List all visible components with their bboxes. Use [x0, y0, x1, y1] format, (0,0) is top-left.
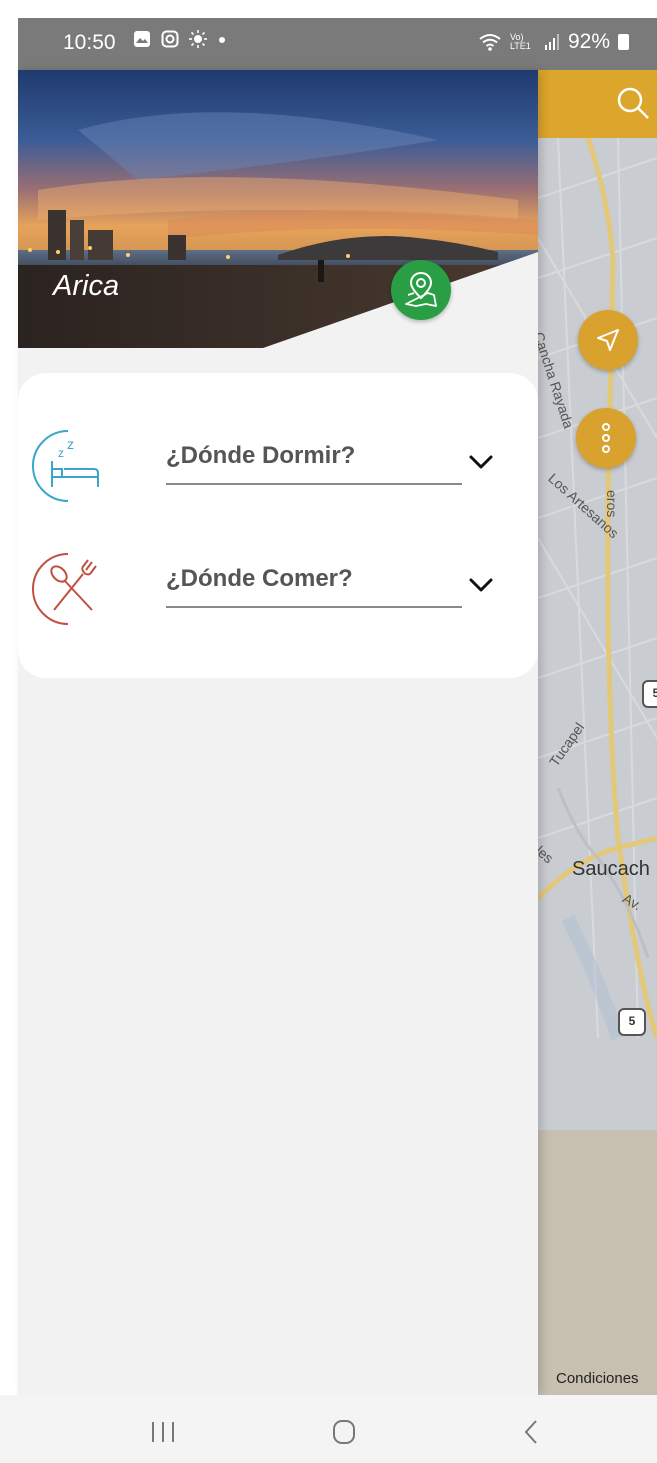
map-label: eros: [604, 490, 620, 518]
menu-item-label: ¿Dónde Dormir?: [166, 442, 356, 469]
battery-icon: [618, 34, 629, 50]
map-view[interactable]: Cancha Rayada Los Artesanos eros Tucapel…: [538, 70, 657, 1395]
menu-item-underline: [166, 606, 462, 608]
map-roads: [538, 138, 657, 1041]
drawer-header: Arica: [18, 70, 538, 348]
menu-item-donde-dormir[interactable]: z z ¿Dónde Dormir?: [18, 425, 538, 515]
brightness-icon: [189, 30, 207, 48]
status-notification-icons: [133, 30, 227, 48]
instagram-icon: [161, 30, 179, 48]
map-pin-icon: [405, 271, 437, 307]
svg-text:z: z: [67, 436, 74, 452]
status-system-icons: Vo) LTE1 92%: [478, 30, 629, 54]
more-vertical-icon: [602, 423, 610, 453]
network-type: Vo) LTE1: [509, 32, 531, 51]
chevron-down-icon[interactable]: [466, 447, 496, 477]
map-conditions-link[interactable]: Condiciones: [556, 1370, 639, 1387]
navigation-arrow-icon: [597, 329, 619, 351]
city-name: Arica: [53, 270, 120, 302]
search-icon[interactable]: [616, 86, 650, 120]
menu-item-underline: [166, 483, 462, 485]
status-time: 10:50: [63, 31, 116, 54]
menu-item-donde-comer[interactable]: ¿Dónde Comer?: [18, 548, 538, 638]
battery-percent: 92%: [567, 30, 610, 53]
signal-icon: [544, 34, 559, 50]
header-wedge: [263, 252, 538, 348]
recent-apps-icon[interactable]: [143, 1417, 183, 1447]
spoon-fork-icon: [32, 553, 97, 625]
svg-text:z: z: [58, 446, 64, 460]
gallery-icon: [134, 31, 150, 47]
screen: 10:50 Vo) LTE1 92% Cancha Rayada Los Art…: [0, 0, 657, 1463]
more-options-button[interactable]: [576, 408, 636, 468]
menu-card: z z ¿Dónde Dormir? ¿Dónde Comer?: [18, 373, 538, 678]
route-shield: 5: [618, 1008, 646, 1036]
system-nav-bar: [0, 1395, 657, 1463]
menu-item-label: ¿Dónde Comer?: [166, 565, 353, 592]
route-shield: 5: [642, 680, 657, 708]
map-top-bar: [538, 70, 657, 138]
bed-sleep-icon: z z: [32, 430, 99, 502]
home-icon[interactable]: [324, 1417, 364, 1447]
back-icon[interactable]: [512, 1417, 552, 1447]
dot-icon: [219, 37, 225, 43]
status-bar: 10:50 Vo) LTE1 92%: [18, 18, 657, 70]
navigation-drawer: Arica z z ¿Dónde Dormir? ¿Dónde Comer?: [18, 70, 538, 1395]
chevron-down-icon[interactable]: [466, 570, 496, 600]
wifi-icon: [479, 34, 501, 51]
map-sand-area: [538, 1130, 657, 1395]
location-button[interactable]: [578, 310, 638, 370]
map-label: Saucach: [572, 858, 650, 880]
map-button[interactable]: [391, 260, 451, 320]
